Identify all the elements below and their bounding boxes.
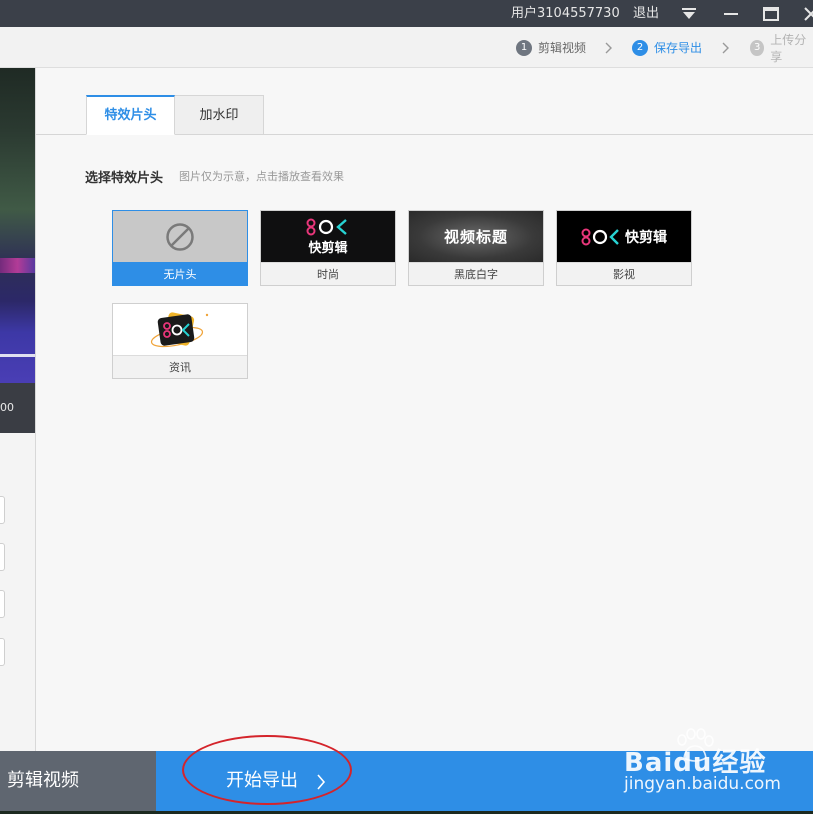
thumb-title-text: 视频标题 bbox=[443, 228, 508, 246]
preview-progress-line bbox=[0, 354, 35, 357]
no-entry-icon bbox=[166, 222, 194, 251]
chevron-right-icon bbox=[317, 774, 326, 790]
step-label: 上传分享 bbox=[770, 32, 807, 64]
title-bar: 用户3104557730 退出 bbox=[0, 0, 813, 27]
chevron-right-icon bbox=[722, 27, 730, 68]
menu-dropdown-icon bbox=[682, 7, 696, 19]
section-hint: 图片仅为示意，点击播放查看效果 bbox=[179, 170, 344, 183]
minimize-icon bbox=[724, 12, 738, 15]
step-number: 3 bbox=[750, 39, 765, 56]
maximize-button[interactable] bbox=[756, 0, 786, 27]
setting-field[interactable] bbox=[0, 590, 5, 618]
kuaijianji-logo-icon bbox=[306, 218, 347, 235]
intro-card-label: 黑底白字 bbox=[409, 262, 543, 285]
maximize-icon bbox=[763, 6, 779, 21]
kuaijianji-logo-icon bbox=[581, 228, 619, 245]
edit-video-button[interactable]: 剪辑视频 bbox=[0, 751, 156, 811]
step-label: 保存导出 bbox=[654, 41, 703, 55]
intro-card-fashion[interactable]: 快剪辑 时尚 bbox=[260, 210, 396, 286]
intro-card-label: 无片头 bbox=[113, 262, 247, 285]
time-readout: 00 bbox=[0, 401, 14, 414]
dropdown-menu-button[interactable] bbox=[674, 0, 704, 27]
minimize-button[interactable] bbox=[716, 0, 746, 27]
video-preview[interactable] bbox=[0, 68, 35, 383]
tab-bar: 特效片头 加水印 bbox=[36, 95, 813, 135]
thumb-brand-text: 快剪辑 bbox=[625, 229, 667, 246]
step-upload-share[interactable]: 3 上传分享 bbox=[750, 27, 813, 68]
preview-overlay bbox=[0, 258, 35, 273]
step-number: 1 bbox=[516, 39, 532, 56]
intro-thumbnail: 视频标题 bbox=[409, 211, 543, 262]
intro-thumbnail bbox=[113, 211, 247, 262]
user-name[interactable]: 用户3104557730 bbox=[511, 0, 620, 27]
intro-thumbnail: 快剪辑 bbox=[557, 211, 691, 262]
chevron-right-icon bbox=[605, 27, 613, 68]
thumb-brand-text: 快剪辑 bbox=[308, 240, 348, 256]
close-icon bbox=[804, 6, 813, 21]
step-label: 剪辑视频 bbox=[538, 41, 587, 55]
intro-thumbnail: 快剪辑 bbox=[261, 211, 395, 262]
logout-link[interactable]: 退出 bbox=[633, 0, 659, 27]
close-button[interactable] bbox=[796, 0, 813, 27]
setting-field[interactable] bbox=[0, 496, 5, 524]
watermark-url: jingyan.baidu.com bbox=[624, 774, 781, 794]
intro-card-none[interactable]: 无片头 bbox=[112, 210, 248, 286]
intro-card-label: 影视 bbox=[557, 262, 691, 285]
preview-panel: 00 bbox=[0, 68, 36, 751]
section-title: 选择特效片头 bbox=[85, 171, 164, 186]
intro-card-label: 时尚 bbox=[261, 262, 395, 285]
step-edit-video[interactable]: 1 剪辑视频 bbox=[516, 27, 586, 68]
step-number: 2 bbox=[632, 39, 648, 56]
tab-intro-effects[interactable]: 特效片头 bbox=[86, 95, 175, 135]
news-logo-icon bbox=[150, 311, 209, 347]
steps-bar: 1 剪辑视频 2 保存导出 3 上传分享 bbox=[0, 27, 813, 68]
intro-card-film[interactable]: 快剪辑 影视 bbox=[556, 210, 692, 286]
setting-field[interactable] bbox=[0, 638, 5, 666]
main-content: 特效片头 加水印 选择特效片头 图片仅为示意，点击播放查看效果 无片头 快剪辑 … bbox=[36, 68, 813, 751]
intro-card-black-white[interactable]: 视频标题 黑底白字 bbox=[408, 210, 544, 286]
step-save-export[interactable]: 2 保存导出 bbox=[632, 27, 702, 68]
setting-field[interactable] bbox=[0, 543, 5, 571]
tab-watermark[interactable]: 加水印 bbox=[175, 95, 264, 135]
intro-card-news[interactable]: 资讯 bbox=[112, 303, 248, 379]
intro-thumbnail bbox=[113, 304, 247, 355]
start-export-label: 开始导出 bbox=[226, 770, 298, 791]
intro-card-label: 资讯 bbox=[113, 355, 247, 378]
